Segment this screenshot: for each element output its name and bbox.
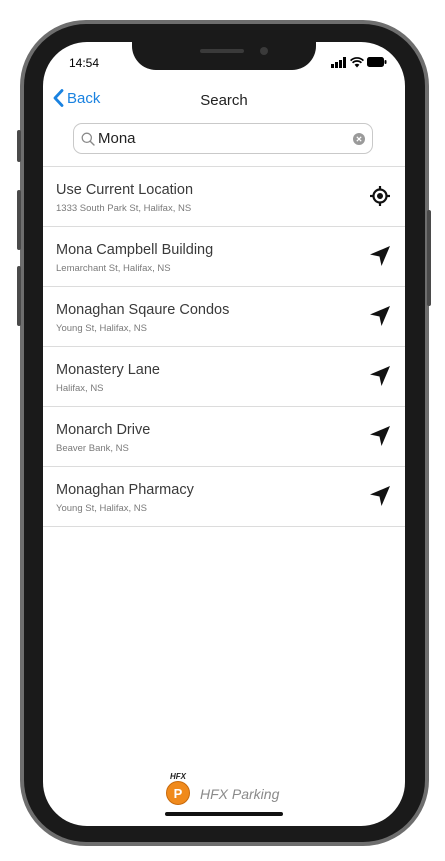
- result-subtitle: Halifax, NS: [56, 383, 104, 394]
- navigation-arrow-icon: [370, 486, 390, 506]
- result-title: Monarch Drive: [56, 422, 151, 438]
- result-title: Monaghan Pharmacy: [56, 482, 194, 498]
- current-location-row[interactable]: Use Current Location 1333 South Park St,…: [43, 167, 405, 227]
- speaker-grille: [200, 49, 244, 53]
- result-subtitle: 1333 South Park St, Halifax, NS: [56, 203, 192, 214]
- status-icons: [331, 56, 387, 68]
- clear-search-icon[interactable]: [353, 133, 365, 145]
- home-indicator[interactable]: [165, 812, 283, 816]
- front-camera: [260, 47, 268, 55]
- navigation-arrow-icon: [370, 366, 390, 386]
- navigation-arrow-icon: [370, 426, 390, 446]
- cellular-signal-icon: [331, 56, 346, 68]
- result-subtitle: Lemarchant St, Halifax, NS: [56, 263, 171, 274]
- result-row[interactable]: Monaghan Pharmacy Young St, Halifax, NS: [43, 467, 405, 527]
- result-subtitle: Young St, Halifax, NS: [56, 503, 148, 514]
- result-title: Monaghan Sqaure Condos: [56, 302, 230, 318]
- volume-down-button: [17, 266, 21, 326]
- result-title: Mona Campbell Building: [56, 242, 214, 258]
- silent-switch: [17, 130, 21, 162]
- result-title: Use Current Location: [56, 182, 194, 198]
- notch: [132, 42, 316, 70]
- logo-badge-letter: P: [174, 786, 183, 801]
- page-title: Search: [200, 92, 248, 109]
- crosshair-location-icon: [370, 186, 390, 206]
- navigation-arrow-icon: [370, 246, 390, 266]
- result-subtitle: Beaver Bank, NS: [56, 443, 129, 454]
- logo-small-text: HFX: [170, 772, 187, 781]
- power-button: [427, 210, 431, 306]
- volume-up-button: [17, 190, 21, 250]
- phone-screen: 14:54 Back Search Mona Use Current Locat…: [43, 42, 405, 826]
- search-bar[interactable]: [73, 123, 373, 154]
- search-results-list: Use Current Location 1333 South Park St,…: [43, 167, 405, 527]
- result-row[interactable]: Monastery Lane Halifax, NS: [43, 347, 405, 407]
- search-icon: [81, 132, 95, 146]
- battery-icon: [367, 57, 387, 67]
- result-row[interactable]: Mona Campbell Building Lemarchant St, Ha…: [43, 227, 405, 287]
- search-input[interactable]: [98, 130, 338, 147]
- parking-logo-icon: HFX P: [166, 772, 190, 805]
- result-row[interactable]: Monarch Drive Beaver Bank, NS: [43, 407, 405, 467]
- navigation-arrow-icon: [370, 306, 390, 326]
- result-title: Monastery Lane: [56, 362, 160, 378]
- result-row[interactable]: Monaghan Sqaure Condos Young St, Halifax…: [43, 287, 405, 347]
- wifi-icon: [350, 56, 364, 67]
- app-name: HFX Parking: [200, 786, 280, 802]
- status-time: 14:54: [69, 56, 100, 70]
- result-subtitle: Young St, Halifax, NS: [56, 323, 148, 334]
- app-logo: HFX P HFX Parking: [163, 770, 279, 806]
